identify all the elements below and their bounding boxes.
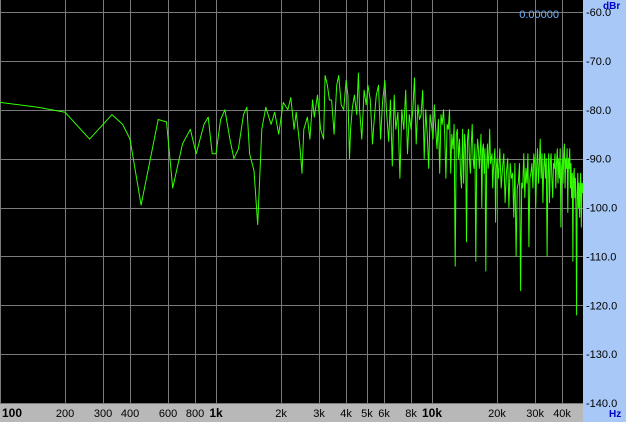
x-tick-label: 400 bbox=[121, 408, 139, 420]
x-tick-label: 8k bbox=[405, 408, 417, 420]
x-tick-label: 600 bbox=[159, 408, 177, 420]
x-tick-label: 300 bbox=[94, 408, 112, 420]
x-tick-label: 10k bbox=[422, 406, 442, 420]
y-unit-label: dBr bbox=[603, 1, 620, 12]
x-tick-label: 20k bbox=[488, 408, 506, 420]
x-tick-label: 4k bbox=[340, 408, 352, 420]
level-readout: 0.00000 bbox=[519, 9, 559, 21]
y-tick-label: -110.0 bbox=[586, 251, 616, 263]
x-tick-label: 100 bbox=[2, 406, 22, 420]
x-tick-label: 800 bbox=[186, 408, 204, 420]
x-unit-label: Hz bbox=[609, 409, 621, 420]
x-tick-label: 40k bbox=[553, 408, 571, 420]
x-tick-label: 1k bbox=[209, 406, 223, 420]
y-tick-label: -100.0 bbox=[586, 203, 617, 215]
x-tick-label: 30k bbox=[526, 408, 544, 420]
x-tick-label: 3k bbox=[313, 408, 325, 420]
y-tick-label: -80.0 bbox=[586, 105, 611, 117]
chart-background bbox=[0, 0, 626, 422]
y-tick-label: -130.0 bbox=[586, 349, 617, 361]
y-tick-label: -90.0 bbox=[586, 154, 611, 166]
x-tick-label: 5k bbox=[361, 408, 373, 420]
spectrum-analyzer-chart: 100 200 300 400 600 800 1k 2k 3k 4k 5k 6k 8k 10k 20k 30… bbox=[0, 0, 626, 422]
x-tick-label: 2k bbox=[275, 408, 287, 420]
x-tick-label: 6k bbox=[378, 408, 390, 420]
y-tick-label: -120.0 bbox=[586, 300, 617, 312]
x-tick-label: 200 bbox=[56, 408, 74, 420]
y-tick-label: -70.0 bbox=[586, 56, 611, 68]
